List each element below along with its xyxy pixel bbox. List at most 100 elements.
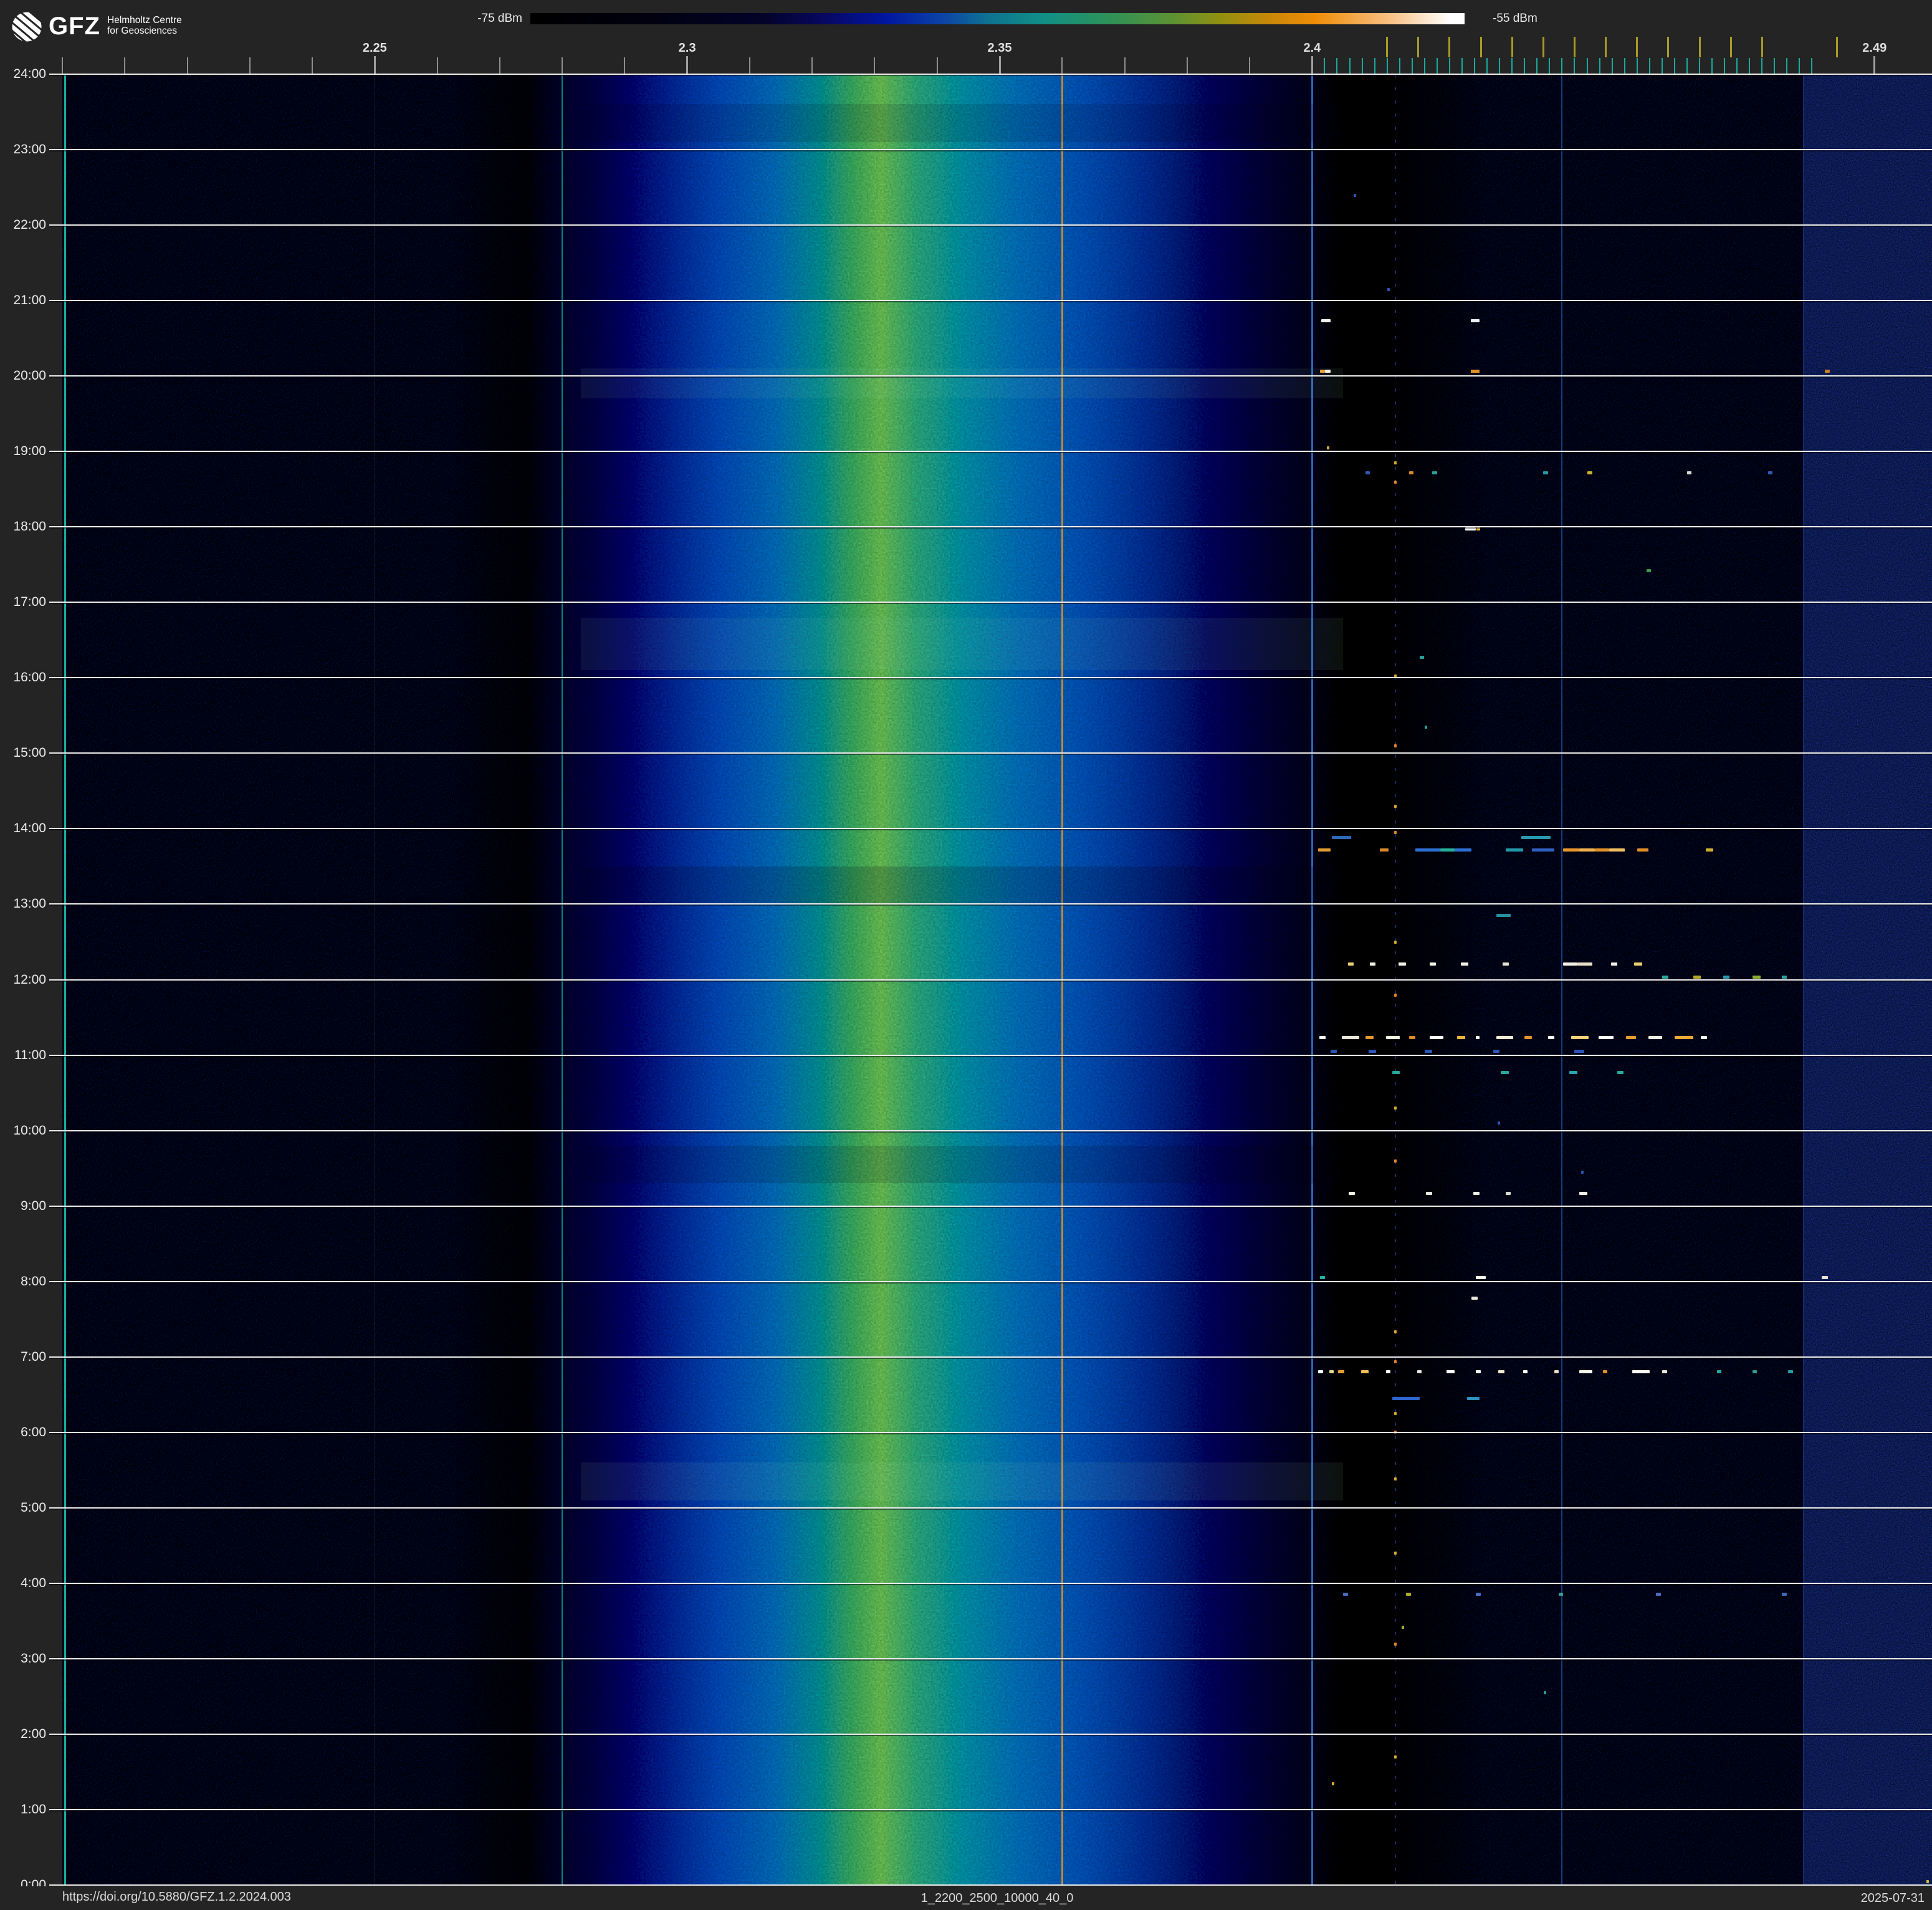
signal-event bbox=[1788, 1370, 1794, 1374]
signal-event bbox=[1506, 848, 1524, 852]
signal-event bbox=[1706, 848, 1714, 852]
signal-event bbox=[1369, 962, 1375, 966]
ble-channel-tick bbox=[1386, 58, 1388, 74]
band-intensity-row bbox=[581, 368, 1344, 399]
signal-event bbox=[1368, 1049, 1376, 1053]
ble-channel-tick bbox=[1324, 58, 1326, 74]
signal-event bbox=[1543, 471, 1549, 474]
time-label: 9:00 bbox=[21, 1198, 46, 1213]
signal-event bbox=[1496, 914, 1511, 918]
signal-event bbox=[1523, 1370, 1528, 1374]
ble-channel-tick bbox=[1599, 58, 1600, 74]
ble-channel-tick bbox=[1524, 58, 1526, 74]
freq-minor-tick bbox=[1249, 57, 1251, 74]
signal-event bbox=[1782, 1593, 1787, 1596]
freq-minor-tick bbox=[1061, 57, 1063, 74]
signal-event bbox=[1331, 1049, 1337, 1053]
ble-channel-tick bbox=[1486, 58, 1488, 74]
freq-minor-tick bbox=[811, 57, 813, 74]
hour-gridline bbox=[50, 300, 1932, 302]
signal-dot bbox=[1394, 1106, 1397, 1110]
signal-event bbox=[1408, 1036, 1415, 1040]
freq-tick-label: 2.49 bbox=[1862, 41, 1887, 55]
signal-dot bbox=[1394, 480, 1397, 484]
freq-major-tick bbox=[686, 56, 689, 74]
signal-event bbox=[1577, 962, 1592, 966]
signal-event bbox=[1506, 1191, 1511, 1195]
signal-event bbox=[1610, 962, 1617, 966]
signal-event bbox=[1342, 1036, 1359, 1040]
signal-event bbox=[1498, 1370, 1505, 1374]
ble-channel-tick bbox=[1374, 58, 1375, 74]
hour-gridline bbox=[50, 677, 1932, 679]
time-label: 10:00 bbox=[13, 1123, 46, 1138]
wifi-channel-tick bbox=[1573, 37, 1576, 57]
signal-event bbox=[1318, 1370, 1324, 1374]
ble-channel-tick bbox=[1561, 58, 1563, 74]
signal-event bbox=[1717, 1370, 1722, 1374]
signal-event bbox=[1429, 1036, 1443, 1040]
signal-event bbox=[1598, 1036, 1614, 1040]
hour-gridline bbox=[50, 1054, 1932, 1056]
time-label: 8:00 bbox=[21, 1274, 46, 1289]
signal-event bbox=[1385, 1370, 1390, 1374]
signal-event bbox=[1559, 1593, 1564, 1596]
signal-event bbox=[1632, 1370, 1650, 1374]
signal-event bbox=[1648, 1036, 1662, 1040]
ble-channel-tick bbox=[1611, 58, 1613, 74]
signal-event bbox=[1753, 1370, 1757, 1374]
ble-channel-tick bbox=[1799, 58, 1800, 74]
ble-channel-tick bbox=[1448, 58, 1450, 74]
signal-event bbox=[1398, 962, 1406, 966]
signal-dot bbox=[1394, 1412, 1397, 1416]
time-label: 22:00 bbox=[13, 218, 46, 233]
signal-event bbox=[1361, 1370, 1369, 1374]
signal-event bbox=[1392, 1396, 1420, 1400]
time-label: 1:00 bbox=[21, 1802, 46, 1816]
signal-event bbox=[1321, 319, 1331, 323]
ble-channel-tick bbox=[1774, 58, 1776, 74]
freq-minor-tick bbox=[312, 57, 313, 74]
hour-gridline bbox=[50, 1808, 1932, 1810]
signal-event bbox=[1379, 848, 1389, 852]
signal-event bbox=[1524, 1036, 1533, 1040]
wifi-channel-tick bbox=[1480, 37, 1482, 57]
signal-event bbox=[1571, 1036, 1589, 1040]
signal-event bbox=[1579, 1191, 1587, 1195]
signal-event bbox=[1824, 370, 1830, 373]
signal-event bbox=[1460, 962, 1468, 966]
doi-link[interactable]: https://doi.org/10.5880/GFZ.1.2.2024.003 bbox=[62, 1890, 291, 1904]
signal-event bbox=[1563, 962, 1578, 966]
signal-dot bbox=[1394, 831, 1397, 835]
signal-event bbox=[1417, 1370, 1422, 1374]
signal-event bbox=[1415, 848, 1440, 852]
signal-event bbox=[1476, 1370, 1481, 1374]
band-intensity-row bbox=[581, 1145, 1344, 1184]
signal-event bbox=[1465, 527, 1476, 531]
signal-dot bbox=[1353, 193, 1356, 197]
signal-dot bbox=[1394, 1360, 1397, 1363]
freq-minor-tick bbox=[436, 57, 438, 74]
ble-channel-tick bbox=[1423, 58, 1425, 74]
signal-event bbox=[1821, 1276, 1828, 1280]
signal-event bbox=[1602, 1370, 1607, 1374]
signal-event bbox=[1319, 1036, 1326, 1040]
signal-event bbox=[1554, 1370, 1559, 1374]
freq-minor-tick bbox=[124, 57, 126, 74]
signal-event bbox=[1318, 848, 1331, 852]
hour-gridline bbox=[50, 1884, 1932, 1886]
band-intensity-row bbox=[581, 866, 1344, 905]
freq-tick-label: 2.35 bbox=[987, 41, 1012, 55]
signal-event bbox=[1473, 1191, 1480, 1195]
ble-channel-tick bbox=[1574, 58, 1576, 74]
freq-minor-tick bbox=[748, 57, 750, 74]
footer: https://doi.org/10.5880/GFZ.1.2.2024.003… bbox=[0, 1886, 1932, 1910]
signal-event bbox=[1496, 1036, 1514, 1040]
hour-gridline bbox=[50, 752, 1932, 754]
time-label: 19:00 bbox=[13, 444, 46, 459]
hour-gridline bbox=[50, 1507, 1932, 1509]
colorbar-max-label: -55 dBm bbox=[1493, 12, 1537, 25]
signal-dot bbox=[1332, 1782, 1335, 1785]
ble-channel-tick bbox=[1411, 58, 1413, 74]
ble-channel-tick bbox=[1761, 58, 1763, 74]
